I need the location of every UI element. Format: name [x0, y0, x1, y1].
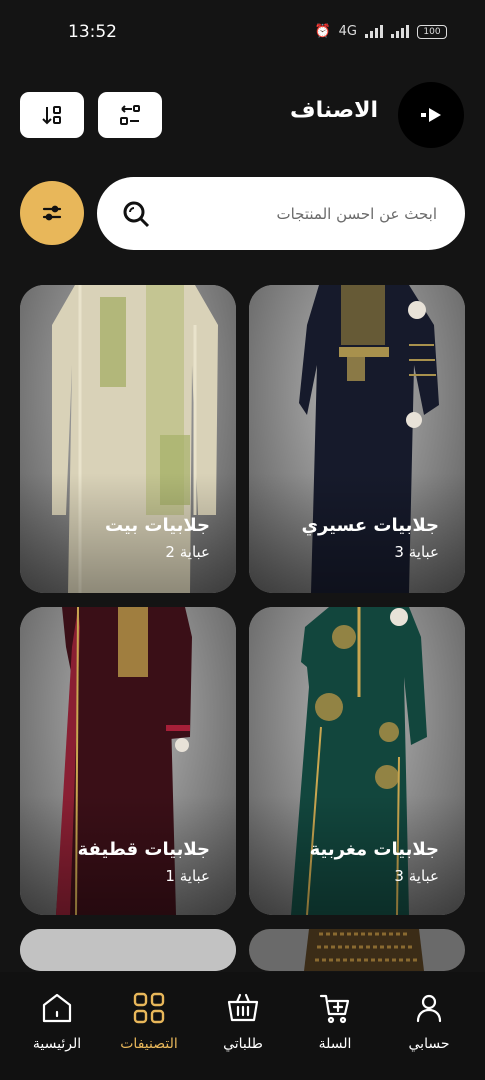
nav-item-home[interactable]: الرئيسية	[12, 990, 102, 1070]
category-card-partial[interactable]	[20, 929, 236, 971]
category-name: جلابيات مغربية	[309, 839, 439, 860]
battery-icon: 100	[417, 24, 447, 39]
view-toggle-button[interactable]	[98, 92, 162, 138]
category-card[interactable]: جلابيات بيت عباية 2	[20, 285, 236, 593]
category-count: عباية 1	[165, 867, 210, 885]
sort-button[interactable]	[20, 92, 84, 138]
status-time: 13:52	[68, 22, 117, 42]
category-name: جلابيات قطيفة	[77, 839, 210, 860]
network-type: 4G	[338, 24, 357, 39]
search-icon[interactable]	[121, 199, 151, 229]
signal-icon	[365, 25, 383, 38]
category-card[interactable]: جلابيات مغربية عباية 3	[249, 607, 465, 915]
nav-item-cart[interactable]: السلة	[290, 990, 380, 1070]
category-count: عباية 3	[394, 543, 439, 561]
user-icon	[416, 994, 442, 1023]
search-bar	[97, 177, 465, 250]
play-logo-icon[interactable]	[398, 82, 464, 148]
bottom-navigation: حسابي السلة طلباتي التصنيفات الرئيسية	[0, 972, 485, 1080]
cart-icon	[319, 994, 350, 1024]
dress-image	[249, 929, 465, 971]
nav-label-cart: السلة	[318, 1036, 352, 1052]
sort-icon	[42, 106, 61, 125]
nav-item-account[interactable]: حسابي	[384, 990, 474, 1070]
nav-item-orders[interactable]: طلباتي	[198, 990, 288, 1070]
status-bar: 13:52 ⏰ 4G 100	[0, 0, 485, 64]
nav-label-home: الرئيسية	[32, 1036, 82, 1052]
basket-icon	[227, 993, 259, 1022]
categories-grid-icon	[133, 992, 165, 1024]
status-icons: ⏰ 4G 100	[314, 24, 447, 39]
nav-label-categories: التصنيفات	[120, 1036, 178, 1052]
nav-label-account: حسابي	[408, 1036, 450, 1052]
dress-image	[20, 929, 236, 971]
view-toggle-icon	[120, 105, 140, 125]
category-card[interactable]: جلابيات قطيفة عباية 1	[20, 607, 236, 915]
nav-item-categories[interactable]: التصنيفات	[104, 990, 194, 1070]
search-input[interactable]	[167, 191, 439, 237]
page-title: الاصناف	[290, 98, 378, 123]
category-card-partial[interactable]	[249, 929, 465, 971]
filter-sliders-icon	[42, 205, 62, 221]
category-count: عباية 2	[165, 543, 210, 561]
filter-button[interactable]	[20, 181, 84, 245]
category-name: جلابيات عسيري	[301, 515, 439, 536]
category-count: عباية 3	[394, 867, 439, 885]
category-name: جلابيات بيت	[104, 515, 210, 536]
nav-label-orders: طلباتي	[223, 1036, 263, 1052]
home-icon	[42, 993, 72, 1023]
alarm-icon: ⏰	[314, 24, 331, 39]
category-card[interactable]: جلابيات عسيري عباية 3	[249, 285, 465, 593]
signal-icon-2	[391, 25, 409, 38]
